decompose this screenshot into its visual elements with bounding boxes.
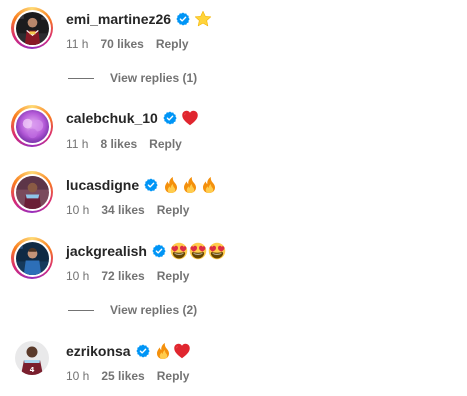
avatar-photo: 4 (15, 341, 49, 375)
comment-meta: 10 h 25 likes Reply (66, 369, 189, 383)
likes-count[interactable]: 72 likes (101, 269, 144, 283)
timestamp[interactable]: 10 h (66, 203, 89, 217)
fire-emoji-icon (200, 176, 218, 194)
comment-header: jackgrealish (66, 240, 226, 262)
verified-badge-icon (152, 244, 166, 258)
heart-eyes-emoji-icon (208, 242, 226, 260)
view-replies-button[interactable]: View replies (1) (66, 71, 197, 85)
avatar[interactable] (11, 105, 53, 147)
likes-count[interactable]: 8 likes (100, 137, 137, 151)
comment-header: lucasdigne (66, 174, 218, 196)
comment-header: ezrikonsa (66, 340, 191, 362)
verified-badge-icon (136, 344, 150, 358)
avatar[interactable] (11, 171, 53, 213)
fire-emoji-icon (162, 176, 180, 194)
likes-count[interactable]: 34 likes (101, 203, 144, 217)
comment-text (181, 109, 199, 127)
comment-meta: 10 h 34 likes Reply (66, 203, 189, 217)
verified-badge-icon (163, 111, 177, 125)
red-heart-emoji-icon (173, 342, 191, 360)
reply-button[interactable]: Reply (157, 269, 190, 283)
username[interactable]: lucasdigne (66, 177, 139, 193)
avatar-photo (15, 175, 49, 209)
avatar[interactable] (11, 237, 53, 279)
view-replies-button[interactable]: View replies (2) (66, 303, 197, 317)
likes-count[interactable]: 25 likes (101, 369, 144, 383)
comment-meta: 10 h 72 likes Reply (66, 269, 189, 283)
timestamp[interactable]: 10 h (66, 369, 89, 383)
view-replies-label: View replies (1) (110, 71, 198, 85)
fire-emoji-icon (181, 176, 199, 194)
avatar[interactable]: 4 (11, 337, 53, 379)
heart-eyes-emoji-icon (170, 242, 188, 260)
username[interactable]: ezrikonsa (66, 343, 131, 359)
fire-emoji-icon (154, 342, 172, 360)
comment-text (170, 242, 226, 260)
reply-button[interactable]: Reply (157, 203, 190, 217)
replies-divider (68, 309, 94, 311)
comment-text (162, 176, 218, 194)
avatar-photo (15, 241, 49, 275)
red-heart-emoji-icon (181, 109, 199, 127)
comment-text (154, 342, 191, 360)
heart-eyes-emoji-icon (189, 242, 207, 260)
reply-button[interactable]: Reply (157, 369, 190, 383)
timestamp[interactable]: 10 h (66, 269, 89, 283)
svg-text:4: 4 (30, 366, 35, 374)
view-replies-label: View replies (2) (110, 303, 198, 317)
verified-badge-icon (144, 178, 158, 192)
username[interactable]: jackgrealish (66, 243, 147, 259)
timestamp[interactable]: 11 h (66, 137, 88, 151)
comment-header: calebchuk_10 (66, 107, 199, 129)
username[interactable]: calebchuk_10 (66, 110, 158, 126)
comment-item: 4 ezrikonsa 10 h 25 likes Reply (0, 0, 467, 383)
comment-meta: 11 h 8 likes Reply (66, 137, 182, 151)
reply-button[interactable]: Reply (149, 137, 182, 151)
replies-divider (68, 77, 94, 79)
avatar-photo (15, 109, 49, 143)
